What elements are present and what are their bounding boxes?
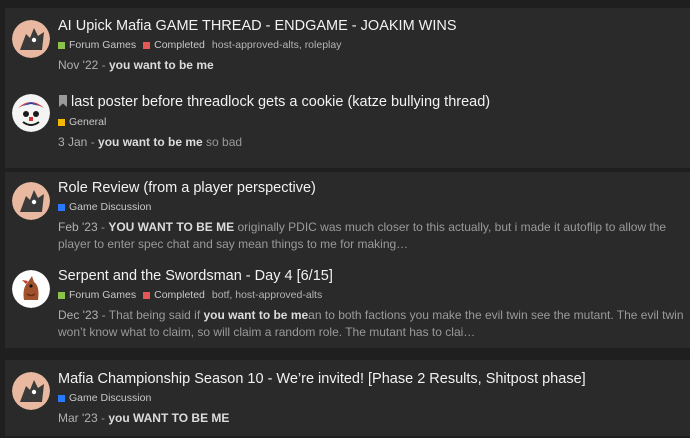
topic-link[interactable]: AI Upick Mafia GAME THREAD - ENDGAME - J…	[58, 18, 457, 34]
status-badge[interactable]: Completed	[143, 289, 205, 302]
category-badge[interactable]: Forum Games	[58, 39, 136, 52]
category-label: Game Discussion	[69, 392, 152, 404]
search-results: AI Upick Mafia GAME THREAD - ENDGAME - J…	[0, 0, 690, 438]
status-badge[interactable]: Completed	[143, 39, 205, 52]
category-badge[interactable]: Game Discussion	[58, 392, 151, 405]
list-item[interactable]: Role Review (from a player perspective) …	[5, 172, 690, 260]
excerpt-text: so bad	[202, 135, 243, 149]
category-badge[interactable]: Forum Games	[58, 289, 136, 302]
avatar[interactable]	[12, 372, 50, 410]
category-badge[interactable]: General	[58, 116, 106, 129]
post-date: Mar '23	[58, 411, 98, 425]
category-label: General	[69, 116, 107, 128]
list-item[interactable]: Serpent and the Swordsman - Day 4 [6/15]…	[5, 260, 690, 348]
topic-link[interactable]: Mafia Championship Season 10 - We’re inv…	[58, 371, 586, 387]
topic-title[interactable]: Role Review (from a player perspective)	[58, 179, 686, 197]
post-date: Dec '23	[58, 308, 99, 322]
list-item[interactable]: AI Upick Mafia GAME THREAD - ENDGAME - J…	[5, 8, 690, 84]
avatar[interactable]	[12, 270, 50, 308]
search-highlight: you want to be me	[108, 58, 214, 72]
avatar[interactable]	[12, 20, 50, 58]
post-date: Feb '23	[58, 220, 98, 234]
search-highlight: you want to be me	[203, 308, 309, 322]
tag-list[interactable]: botf, host-approved-alts	[212, 289, 322, 302]
topic-title[interactable]: last poster before threadlock gets a coo…	[58, 93, 686, 112]
category-badge[interactable]: Game Discussion	[58, 201, 151, 214]
category-color-swatch	[58, 119, 65, 126]
avatar[interactable]	[12, 182, 50, 220]
list-item[interactable]: last poster before threadlock gets a coo…	[5, 84, 690, 168]
category-label: Forum Games	[69, 289, 137, 301]
status-color-swatch	[143, 292, 151, 299]
category-color-swatch	[58, 204, 65, 211]
post-excerpt: Mar '23 - you WANT TO BE ME	[58, 410, 686, 427]
search-highlight: you want to be me	[98, 135, 203, 149]
post-date: Nov '22	[58, 58, 99, 72]
status-label: Completed	[154, 39, 205, 51]
avatar[interactable]	[12, 94, 50, 132]
category-color-swatch	[58, 395, 65, 402]
topic-title[interactable]: Mafia Championship Season 10 - We’re inv…	[58, 370, 686, 388]
separator: -	[98, 58, 109, 72]
category-color-swatch	[58, 42, 65, 49]
tag-list[interactable]: host-approved-alts, roleplay	[212, 39, 342, 52]
category-color-swatch	[58, 292, 65, 299]
separator: -	[97, 411, 109, 425]
post-date: 3 Jan	[58, 135, 88, 149]
post-excerpt: 3 Jan - you want to be me so bad	[58, 134, 686, 151]
topic-title[interactable]: AI Upick Mafia GAME THREAD - ENDGAME - J…	[58, 17, 686, 35]
status-label: Completed	[154, 289, 205, 301]
list-item[interactable]: Mafia Championship Season 10 - We’re inv…	[5, 360, 690, 436]
topic-link[interactable]: last poster before threadlock gets a coo…	[71, 94, 490, 110]
status-color-swatch	[143, 42, 151, 49]
category-label: Game Discussion	[69, 201, 152, 213]
topic-title[interactable]: Serpent and the Swordsman - Day 4 [6/15]	[58, 267, 686, 285]
excerpt-text: - That being said if	[98, 308, 204, 322]
separator: -	[87, 135, 99, 149]
search-highlight: you WANT TO BE ME	[108, 411, 230, 425]
separator: -	[97, 220, 109, 234]
topic-link[interactable]: Serpent and the Swordsman - Day 4 [6/15]	[58, 268, 333, 284]
post-excerpt: Feb '23 - YOU WANT TO BE ME originally P…	[58, 219, 686, 253]
post-excerpt: Nov '22 - you want to be me	[58, 57, 686, 74]
topic-link[interactable]: Role Review (from a player perspective)	[58, 180, 316, 196]
post-excerpt: Dec '23 - That being said if you want to…	[58, 307, 686, 341]
category-label: Forum Games	[69, 39, 137, 51]
search-highlight: YOU WANT TO BE ME	[108, 220, 235, 234]
bookmark-icon	[58, 94, 68, 112]
